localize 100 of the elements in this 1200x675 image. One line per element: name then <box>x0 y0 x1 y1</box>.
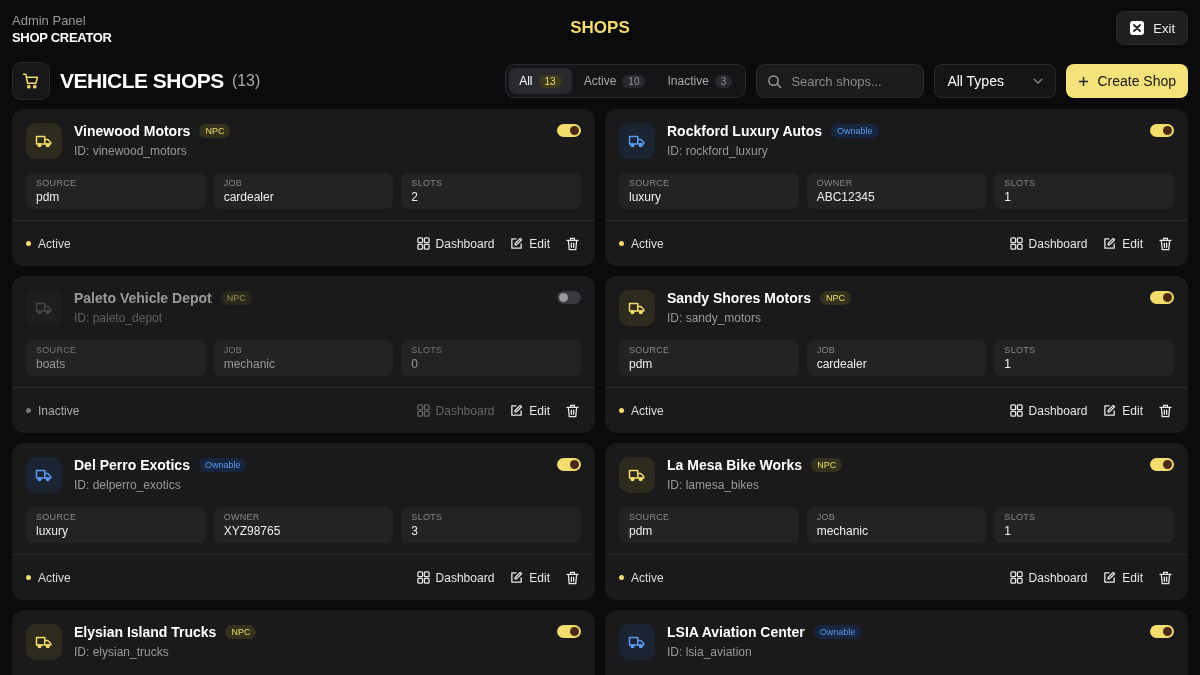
cart-icon <box>12 62 50 100</box>
info-field: SLOTS 1 <box>994 173 1174 209</box>
shop-name: Vinewood Motors <box>74 123 191 139</box>
status-label: Inactive <box>26 403 80 418</box>
shop-name: Sandy Shores Motors <box>667 290 811 306</box>
edit-button[interactable]: Edit <box>1101 568 1145 587</box>
exit-button[interactable]: Exit <box>1116 11 1188 45</box>
info-field: JOB cardealer <box>806 340 987 376</box>
info-field: JOB cardealer <box>213 173 394 209</box>
shop-type-badge: NPC <box>819 291 851 305</box>
info-field: SLOTS 1 <box>994 340 1174 376</box>
type-dropdown[interactable]: All Types <box>934 64 1057 98</box>
chevron-icon <box>1033 78 1044 84</box>
active-toggle[interactable] <box>557 458 581 471</box>
page-title: SHOPS <box>570 18 630 38</box>
edit-button[interactable]: Edit <box>508 568 552 587</box>
shop-id: ID: lamesa_bikes <box>667 478 761 492</box>
info-field: SOURCE boats <box>26 340 206 376</box>
dashboard-button[interactable]: Dashboard <box>1007 568 1090 587</box>
search-field[interactable]: Search shops... <box>756 64 925 98</box>
info-field: SLOTS 2 <box>401 173 581 209</box>
shop-id: ID: delperro_exotics <box>74 478 182 492</box>
status-label: Active <box>619 236 664 251</box>
info-field: JOB mechanic <box>213 340 394 376</box>
shop-name: Rockford Luxury Autos <box>667 123 823 139</box>
app-title: SHOP CREATOR <box>12 30 112 45</box>
info-field: SLOTS 0 <box>401 340 581 376</box>
info-field: OWNER XYZ98765 <box>213 507 394 543</box>
shop-id: ID: elysian_trucks <box>74 645 170 659</box>
edit-button[interactable]: Edit <box>1101 401 1145 420</box>
edit-icon <box>1103 571 1117 584</box>
status-label: Active <box>26 236 71 251</box>
edit-button[interactable]: Edit <box>508 401 552 420</box>
shop-name: LSIA Aviation Center <box>667 624 805 640</box>
dashboard-button[interactable]: Dashboard <box>1007 234 1090 253</box>
grid-icon <box>416 237 430 250</box>
info-field: JOB mechanic <box>806 507 987 543</box>
shop-count: (13) <box>231 72 261 90</box>
edit-icon <box>510 571 524 584</box>
active-toggle[interactable] <box>557 291 581 304</box>
edit-icon <box>510 404 524 417</box>
shop-id: ID: vinewood_motors <box>74 144 188 158</box>
status-label: Active <box>26 570 71 585</box>
edit-icon <box>510 237 524 250</box>
truck-icon <box>26 457 62 493</box>
truck-icon <box>26 290 62 326</box>
shop-type-badge: NPC <box>225 625 257 639</box>
info-field: SOURCE pdm <box>26 173 206 209</box>
shop-type-badge: NPC <box>199 124 231 138</box>
grid-icon <box>416 571 430 584</box>
edit-icon <box>1103 404 1117 417</box>
grid-icon <box>1009 404 1023 417</box>
edit-icon <box>1103 237 1117 250</box>
active-toggle[interactable] <box>1150 291 1174 304</box>
plus-icon <box>1078 75 1090 87</box>
section-title: VEHICLE SHOPS <box>60 69 224 93</box>
active-toggle[interactable] <box>557 124 581 137</box>
status-label: Active <box>619 403 664 418</box>
shop-name: La Mesa Bike Works <box>667 457 803 473</box>
shop-type-badge: NPC <box>811 458 843 472</box>
truck-icon <box>26 123 62 159</box>
shop-type-badge: NPC <box>220 291 252 305</box>
truck-icon <box>619 457 655 493</box>
close-icon <box>1129 20 1146 36</box>
truck-icon <box>26 624 62 660</box>
grid-icon <box>416 404 430 417</box>
dashboard-button[interactable]: Dashboard <box>1007 401 1090 420</box>
shop-type-badge: Ownable <box>198 458 247 472</box>
truck-icon <box>619 123 655 159</box>
dashboard-button[interactable]: Dashboard <box>414 568 497 587</box>
status-label: Active <box>619 570 664 585</box>
truck-icon <box>619 290 655 326</box>
info-field: SOURCE pdm <box>619 507 799 543</box>
filter-tab[interactable]: Active 10 <box>573 68 656 94</box>
edit-button[interactable]: Edit <box>508 234 552 253</box>
create-shop-button[interactable]: Create Shop <box>1066 64 1188 98</box>
shop-name: Paleto Vehicle Depot <box>74 290 212 306</box>
shop-id: ID: paleto_depot <box>74 311 164 325</box>
grid-icon <box>1009 237 1023 250</box>
info-field: SOURCE pdm <box>619 340 799 376</box>
filter-tab[interactable]: All 13 <box>509 68 572 94</box>
shop-name: Elysian Island Trucks <box>74 624 217 640</box>
grid-icon <box>1009 571 1023 584</box>
info-field: SOURCE luxury <box>26 507 206 543</box>
shop-id: ID: sandy_motors <box>667 311 763 325</box>
info-field: OWNER ABC12345 <box>806 173 987 209</box>
edit-button[interactable]: Edit <box>1101 234 1145 253</box>
shop-name: Del Perro Exotics <box>74 457 190 473</box>
active-toggle[interactable] <box>557 625 581 638</box>
shop-type-badge: Ownable <box>813 625 862 639</box>
info-field: SOURCE luxury <box>619 173 799 209</box>
dashboard-button[interactable]: Dashboard <box>414 234 497 253</box>
active-toggle[interactable] <box>1150 124 1174 137</box>
active-toggle[interactable] <box>1150 625 1174 638</box>
active-toggle[interactable] <box>1150 458 1174 471</box>
filter-tab[interactable]: Inactive 3 <box>657 68 743 94</box>
shop-id: ID: rockford_luxury <box>667 144 769 158</box>
info-field: SLOTS 1 <box>994 507 1174 543</box>
shop-id: ID: lsia_aviation <box>667 645 753 659</box>
panel-subtitle: Admin Panel <box>12 13 87 28</box>
